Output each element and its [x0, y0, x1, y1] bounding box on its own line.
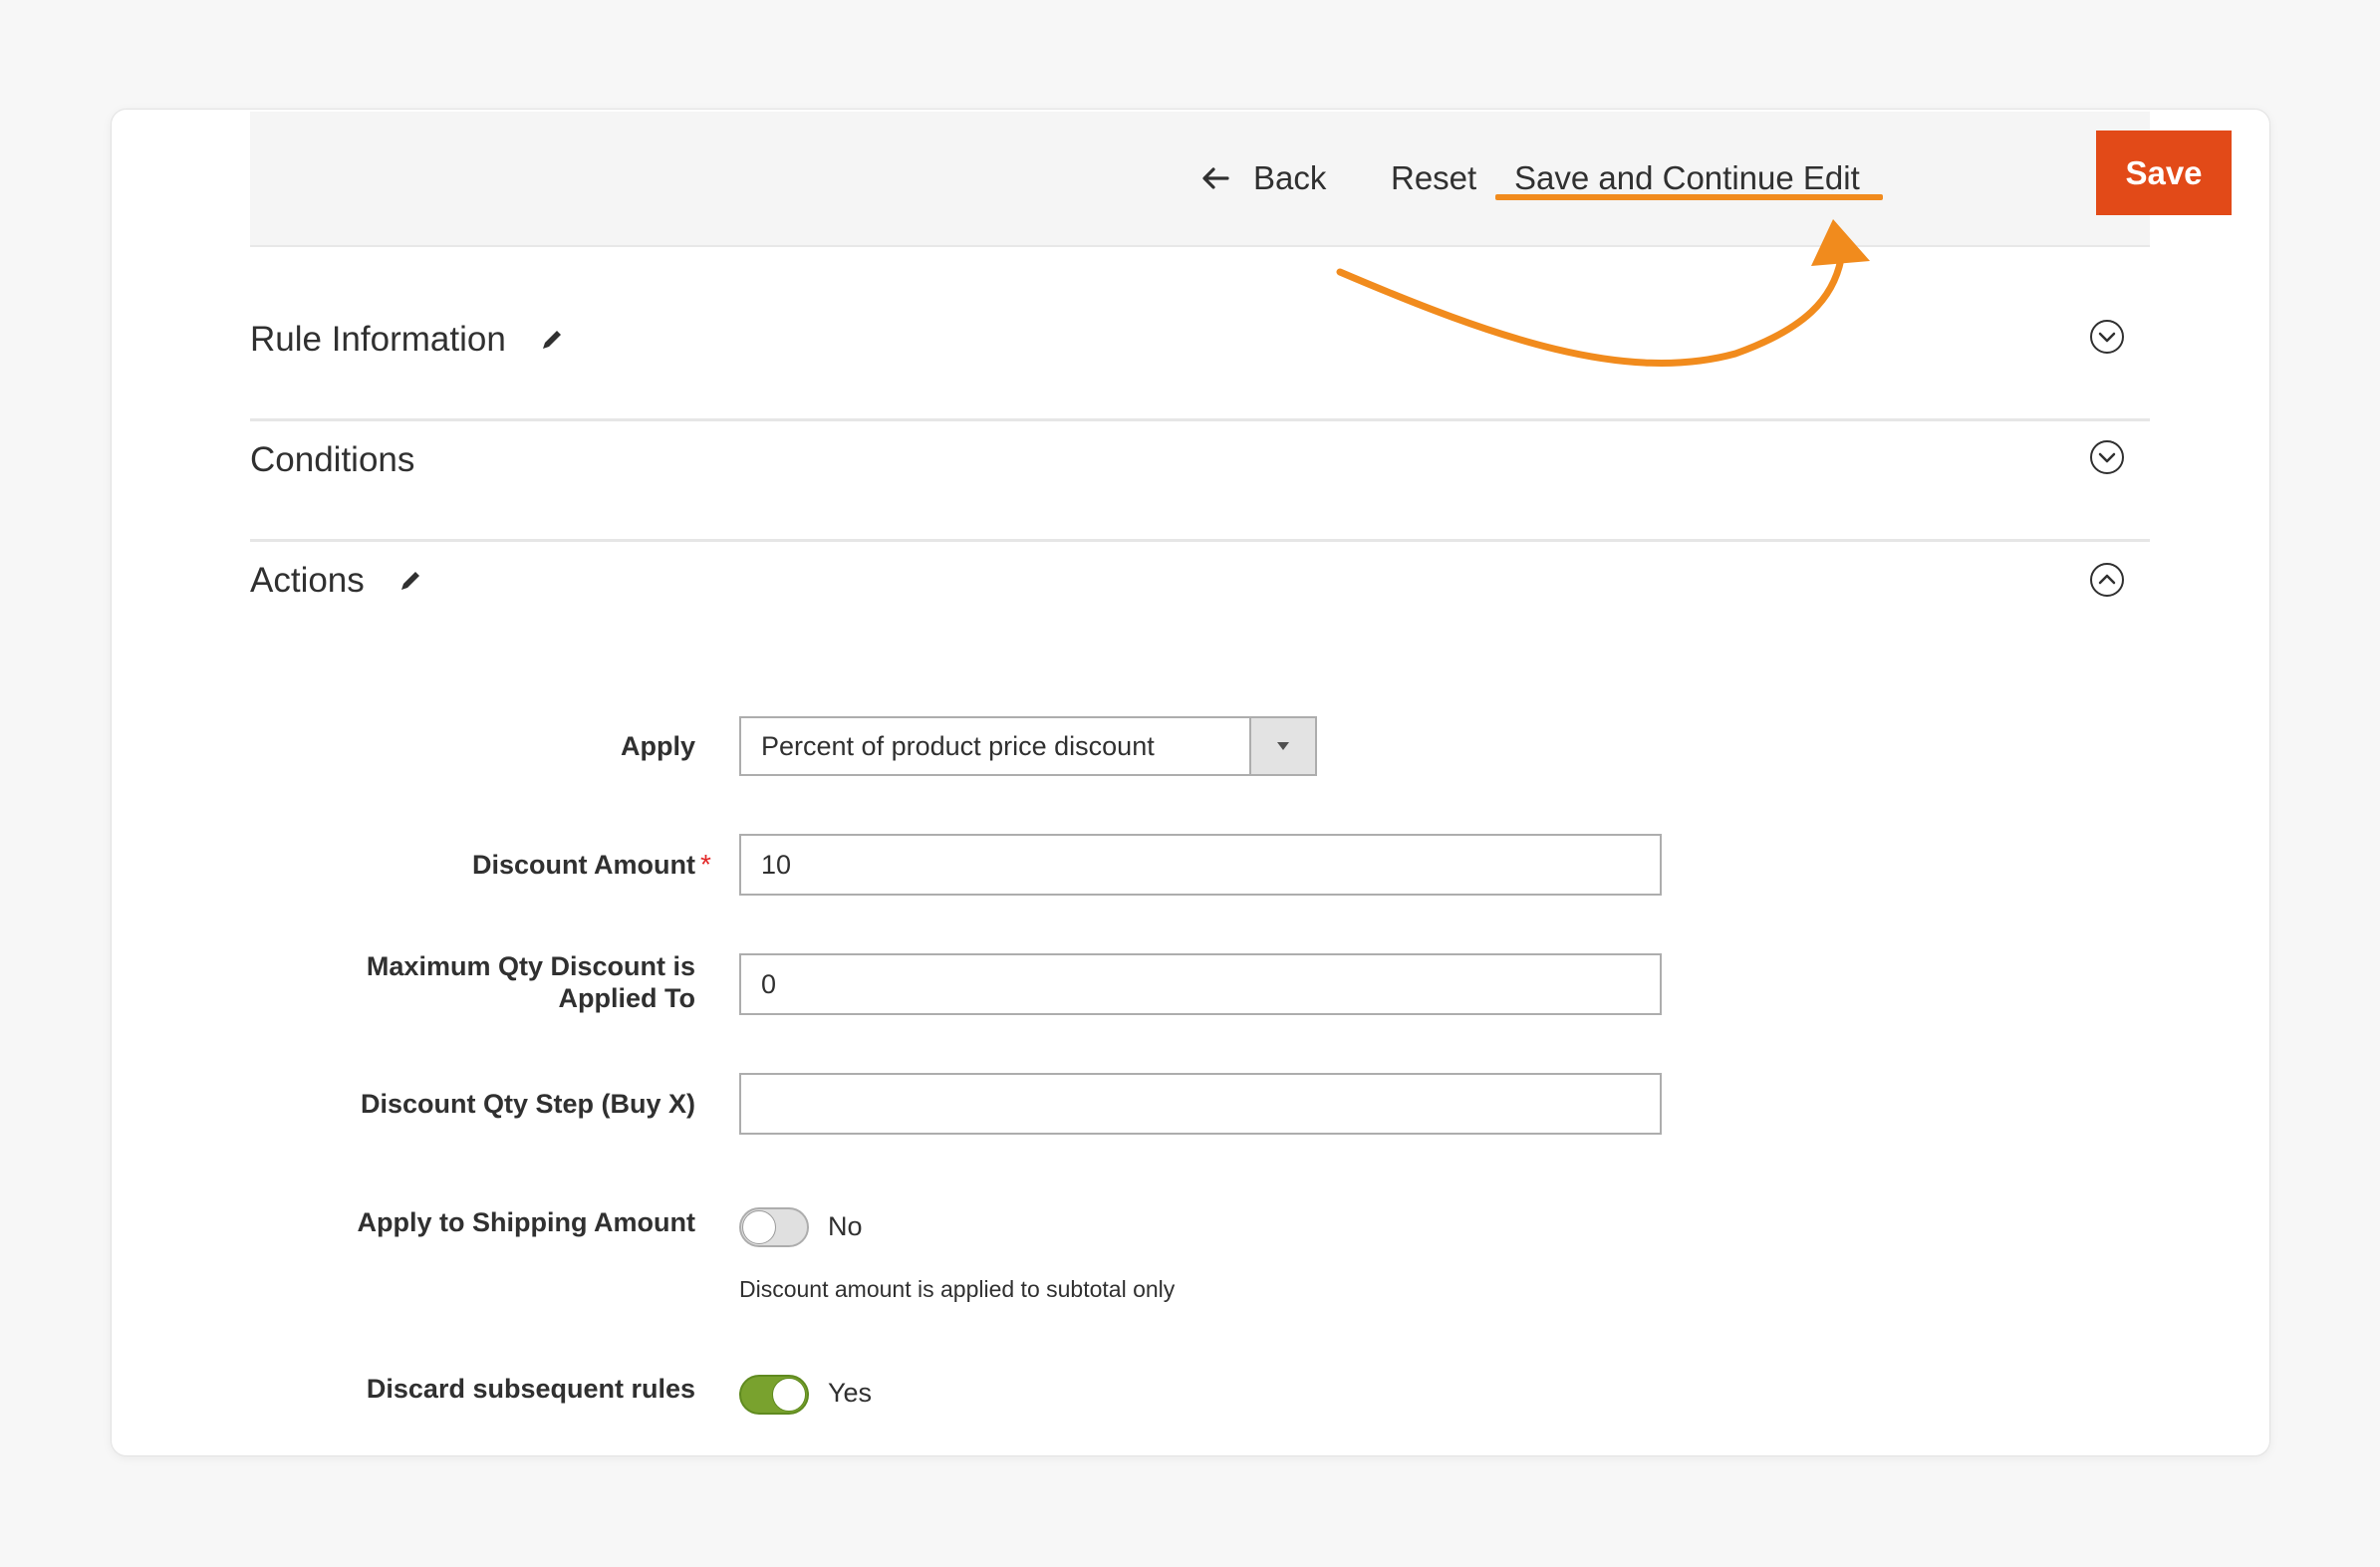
discard-rules-state: Yes — [828, 1378, 873, 1408]
required-star: * — [700, 849, 711, 880]
apply-label: Apply — [620, 731, 695, 761]
pencil-icon — [540, 328, 564, 352]
apply-shipping-note: Discount amount is applied to subtotal o… — [739, 1276, 1176, 1302]
discount-qty-step-input[interactable] — [739, 1073, 1662, 1135]
back-button[interactable]: Back — [1201, 112, 1326, 245]
chevron-down-circle-icon[interactable] — [2089, 439, 2125, 475]
apply-shipping-label: Apply to Shipping Amount — [357, 1207, 695, 1237]
back-label: Back — [1253, 159, 1327, 196]
apply-shipping-toggle[interactable] — [739, 1207, 809, 1247]
section-title-conditions: Conditions — [250, 440, 415, 479]
toggle-knob — [772, 1378, 806, 1412]
apply-select[interactable]: Percent of product price discount — [739, 716, 1317, 776]
section-title-actions: Actions — [250, 561, 365, 600]
save-button[interactable]: Save — [2096, 131, 2232, 215]
apply-shipping-state: No — [828, 1211, 863, 1241]
highlight-underline — [1495, 194, 1883, 200]
page-actions-toolbar: Back Reset Save and Continue Edit Save — [250, 112, 2232, 247]
arrow-left-icon — [1202, 167, 1229, 189]
section-divider — [250, 418, 2150, 421]
save-and-continue-edit-button[interactable]: Save and Continue Edit — [1514, 112, 1860, 245]
section-actions[interactable]: Actions — [250, 552, 2150, 632]
admin-panel-card: Back Reset Save and Continue Edit Save R… — [111, 109, 2270, 1456]
section-rule-information[interactable]: Rule Information — [250, 309, 2150, 430]
discard-rules-label: Discard subsequent rules — [366, 1374, 695, 1404]
reset-button[interactable]: Reset — [1391, 112, 1476, 245]
chevron-down-circle-icon[interactable] — [2089, 319, 2125, 355]
max-qty-input[interactable] — [739, 953, 1662, 1015]
toggle-knob — [742, 1210, 776, 1244]
max-qty-label-line2: Applied To — [558, 983, 695, 1013]
pencil-icon — [398, 569, 422, 593]
discard-rules-toggle[interactable] — [739, 1375, 809, 1415]
section-title-rule-information: Rule Information — [250, 320, 506, 359]
section-conditions[interactable]: Conditions — [250, 431, 2150, 551]
section-divider — [250, 539, 2150, 542]
discount-amount-label: Discount Amount — [472, 850, 695, 880]
chevron-up-circle-icon[interactable] — [2089, 562, 2125, 598]
apply-select-value: Percent of product price discount — [761, 731, 1155, 761]
discount-amount-input[interactable] — [739, 834, 1662, 896]
dropdown-arrow-icon[interactable] — [1249, 718, 1315, 774]
max-qty-label-line1: Maximum Qty Discount is — [366, 951, 695, 981]
max-qty-label: Maximum Qty Discount is Applied To — [367, 950, 695, 1014]
discount-qty-step-label: Discount Qty Step (Buy X) — [360, 1089, 695, 1119]
